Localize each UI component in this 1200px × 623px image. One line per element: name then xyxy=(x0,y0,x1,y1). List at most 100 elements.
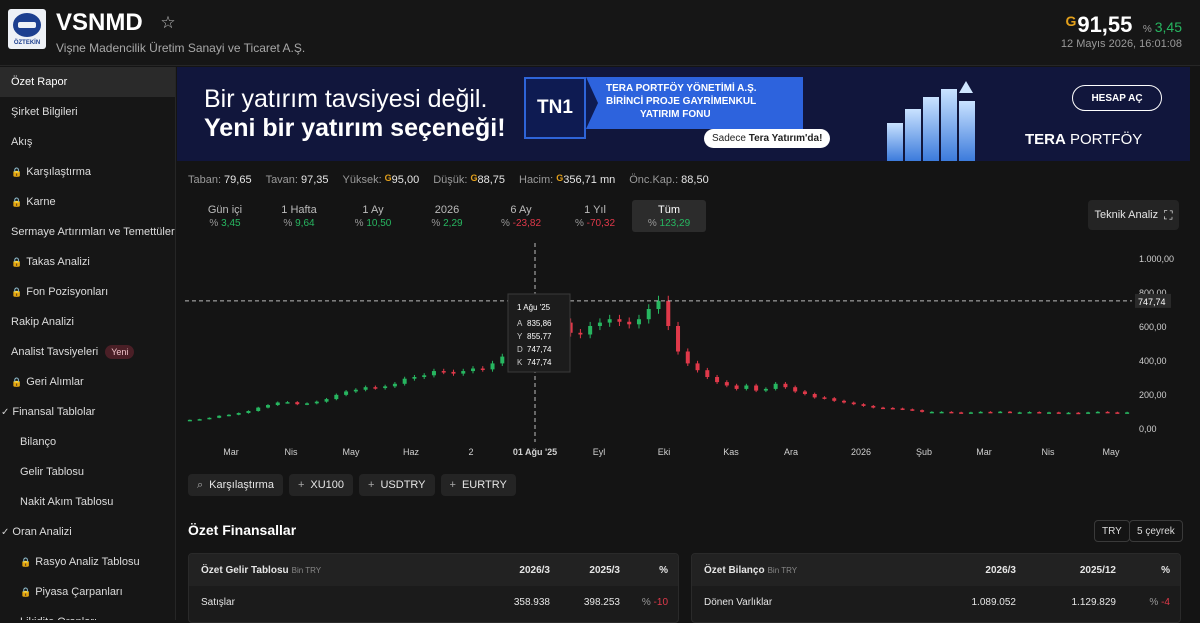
candle xyxy=(1066,412,1071,415)
sidebar-item[interactable]: Şirket Bilgileri xyxy=(0,97,175,127)
candle xyxy=(910,409,915,411)
y-tick-label: 0,00 xyxy=(1139,424,1157,434)
candle xyxy=(949,411,954,414)
compare-button[interactable]: ⌕ Karşılaştırma xyxy=(188,474,283,496)
stat-value: G88,75 xyxy=(470,173,505,186)
summary-financials-title: Özet Finansallar xyxy=(188,522,297,538)
x-tick-label: Nis xyxy=(285,447,298,457)
candle xyxy=(1125,412,1130,414)
sidebar-item[interactable]: Gelir Tablosu xyxy=(0,457,175,487)
sidebar-item[interactable]: 🔒 Takas Analizi xyxy=(0,247,175,277)
banner-line-2: Yeni bir yatırım seçeneği! xyxy=(204,114,506,142)
technical-analysis-button[interactable]: Teknik Analiz ⛶ xyxy=(1088,200,1179,230)
company-logo: ÖZTEKİN xyxy=(8,9,46,49)
sidebar-item[interactable]: Sermaye Artırımları ve Temettüler xyxy=(0,217,175,247)
x-tick-label: Eyl xyxy=(593,447,606,457)
sidebar-item[interactable]: Analist Tavsiyeleri Yeni xyxy=(0,337,175,367)
sidebar-item[interactable]: 🔒 Piyasa Çarpanları xyxy=(0,577,175,607)
candle xyxy=(1095,411,1100,414)
sidebar-item[interactable]: 🔒 Geri Alımlar xyxy=(0,367,175,397)
sidebar-item[interactable]: Bilanço xyxy=(0,427,175,457)
candle xyxy=(929,411,934,414)
sidebar-item[interactable]: Özet Rapor xyxy=(0,67,175,97)
sidebar-item-label: Piyasa Çarpanları xyxy=(35,586,123,598)
compare-eurtry-button[interactable]: + EURTRY xyxy=(440,474,516,496)
period-tabs: Gün içi % 3,45 1 Hafta % 9,64 1 Ay % 10,50 202… xyxy=(188,200,706,232)
candle xyxy=(226,414,231,417)
stat-label: Önc.Kap.: xyxy=(629,174,679,186)
candle xyxy=(920,410,925,412)
balance-table-header: Özet Bilanço Bin TRY 2026/3 2025/12 % xyxy=(692,554,1180,586)
tooltip-key: Y xyxy=(517,332,523,341)
lock-icon: 🔒 xyxy=(20,586,32,597)
period-tab[interactable]: 1 Hafta % 9,64 xyxy=(262,200,336,232)
crosshair-price-label: 747,74 xyxy=(1138,297,1166,307)
period-return: % -23,82 xyxy=(500,218,542,229)
candle xyxy=(578,332,583,335)
sidebar-item-label: Finansal Tablolar xyxy=(12,406,96,418)
sidebar-item[interactable]: 🔒 Karne xyxy=(0,187,175,217)
candle xyxy=(431,371,436,376)
open-account-button[interactable]: HESAP AÇ xyxy=(1072,85,1162,111)
period-tab[interactable]: Gün içi % 3,45 xyxy=(188,200,262,232)
sidebar-item-label: Analist Tavsiyeleri xyxy=(11,346,99,358)
sidebar-item[interactable]: 🔒 Karşılaştırma xyxy=(0,157,175,187)
candle xyxy=(1105,411,1110,414)
period-tab[interactable]: Tüm % 123,29 xyxy=(632,200,706,232)
check-icon: ✓ xyxy=(1,406,10,418)
main-content: Bir yatırım tavsiyesi değil. Yeni bir ya… xyxy=(177,67,1190,623)
compare-usdtry-button[interactable]: + USDTRY xyxy=(359,474,435,496)
period-tab[interactable]: 1 Yıl % -70,32 xyxy=(558,200,632,232)
plus-icon: + xyxy=(368,479,375,491)
stat-value: G95,00 xyxy=(384,173,420,186)
period-selector[interactable]: 5 çeyrek xyxy=(1129,520,1183,542)
period-tab[interactable]: 1 Ay % 10,50 xyxy=(336,200,410,232)
income-table-header: Özet Gelir Tablosu Bin TRY 2026/3 2025/3 … xyxy=(189,554,678,586)
tooltip-value: 747,74 xyxy=(527,345,552,354)
sidebar-item-label: Karne xyxy=(26,196,56,208)
candle xyxy=(344,391,349,395)
compare-xu100-button[interactable]: + XU100 xyxy=(288,474,354,496)
candle xyxy=(1027,412,1032,414)
sidebar-item[interactable]: Rakip Analizi xyxy=(0,307,175,337)
price-chart[interactable]: 1.000,00800,00600,00400,00200,000,00Mar N… xyxy=(177,243,1190,461)
candle xyxy=(802,391,807,394)
candle xyxy=(861,404,866,406)
lock-icon: 🔒 xyxy=(20,556,32,567)
period-label: Tüm xyxy=(658,204,680,216)
table-row[interactable]: Dönen Varlıklar 1.089.052 1.129.829 % -4 xyxy=(692,586,1180,618)
period-label: 1 Hafta xyxy=(281,204,317,216)
candle xyxy=(744,385,749,389)
table-row[interactable]: Satışlar 358.938 398.253 % -10 xyxy=(189,586,678,618)
candle xyxy=(763,388,768,391)
sidebar-item[interactable]: 🔒 Rasyo Analiz Tablosu xyxy=(0,547,175,577)
candle xyxy=(636,319,641,325)
sidebar-item[interactable]: ✓ Finansal Tablolar xyxy=(0,397,175,427)
last-price: G91,55 xyxy=(1065,12,1133,37)
sidebar-item[interactable]: Nakit Akım Tablosu xyxy=(0,487,175,517)
star-icon[interactable]: ☆ xyxy=(157,12,179,34)
candle xyxy=(500,356,505,364)
sidebar-item[interactable]: ✓ Oran Analizi xyxy=(0,517,175,547)
sidebar-item-label: Bilanço xyxy=(20,436,57,448)
currency-selector[interactable]: TRY xyxy=(1094,520,1130,542)
search-icon: ⌕ xyxy=(197,478,204,491)
candle xyxy=(822,397,827,399)
lock-icon: 🔒 xyxy=(11,376,23,387)
sidebar-item[interactable]: Akış xyxy=(0,127,175,157)
period-return: % 3,45 xyxy=(209,218,241,229)
candle xyxy=(851,402,856,405)
lock-icon: 🔒 xyxy=(11,286,23,297)
ad-banner[interactable]: Bir yatırım tavsiyesi değil. Yeni bir ya… xyxy=(177,67,1190,161)
sidebar-item[interactable]: Likidite Oranları xyxy=(0,607,175,620)
period-label: 2026 xyxy=(434,204,460,216)
candle xyxy=(939,411,944,414)
sidebar-nav: Özet Rapor Şirket Bilgileri Akış 🔒 Karşılaşt… xyxy=(0,67,176,620)
candle xyxy=(597,322,602,326)
timestamp: 12 Mayıs 2026, 16:01:08 xyxy=(1060,38,1182,50)
period-tab[interactable]: 6 Ay % -23,82 xyxy=(484,200,558,232)
sidebar-item[interactable]: 🔒 Fon Pozisyonları xyxy=(0,277,175,307)
period-tab[interactable]: 2026 % 2,29 xyxy=(410,200,484,232)
candle xyxy=(402,378,407,384)
candle xyxy=(451,371,456,374)
